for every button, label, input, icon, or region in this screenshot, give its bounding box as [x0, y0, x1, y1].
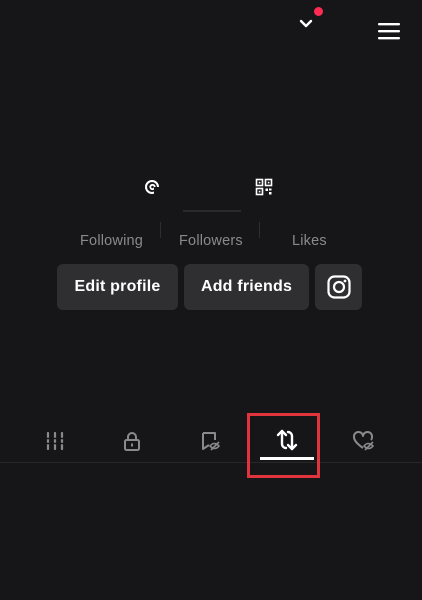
tab-private[interactable] — [119, 428, 145, 454]
followers-label[interactable]: Followers — [179, 233, 243, 249]
instagram-button[interactable] — [315, 264, 362, 310]
heart-eye-icon — [353, 430, 374, 451]
tab-videos[interactable] — [42, 428, 68, 454]
notification-dot — [314, 7, 323, 16]
qr-code-icon[interactable] — [255, 178, 273, 196]
grid-icon — [46, 431, 64, 451]
likes-label: Likes — [292, 233, 327, 249]
stat-divider — [259, 222, 260, 238]
following-label[interactable]: Following — [80, 233, 143, 249]
tab-liked[interactable] — [350, 428, 376, 454]
menu-button[interactable] — [376, 20, 402, 42]
stat-divider — [160, 222, 161, 238]
lock-icon — [124, 432, 140, 451]
hamburger-menu-icon — [378, 23, 400, 40]
tab-bar-divider — [0, 462, 422, 463]
username-placeholder — [183, 210, 241, 212]
edit-profile-button[interactable]: Edit profile — [57, 264, 178, 310]
tab-favorites[interactable] — [197, 428, 223, 454]
threads-icon[interactable] — [143, 178, 161, 196]
highlight-annotation-box — [247, 413, 320, 478]
bookmark-eye-icon — [202, 432, 221, 451]
add-friends-button[interactable]: Add friends — [184, 264, 309, 310]
instagram-icon — [326, 275, 351, 299]
